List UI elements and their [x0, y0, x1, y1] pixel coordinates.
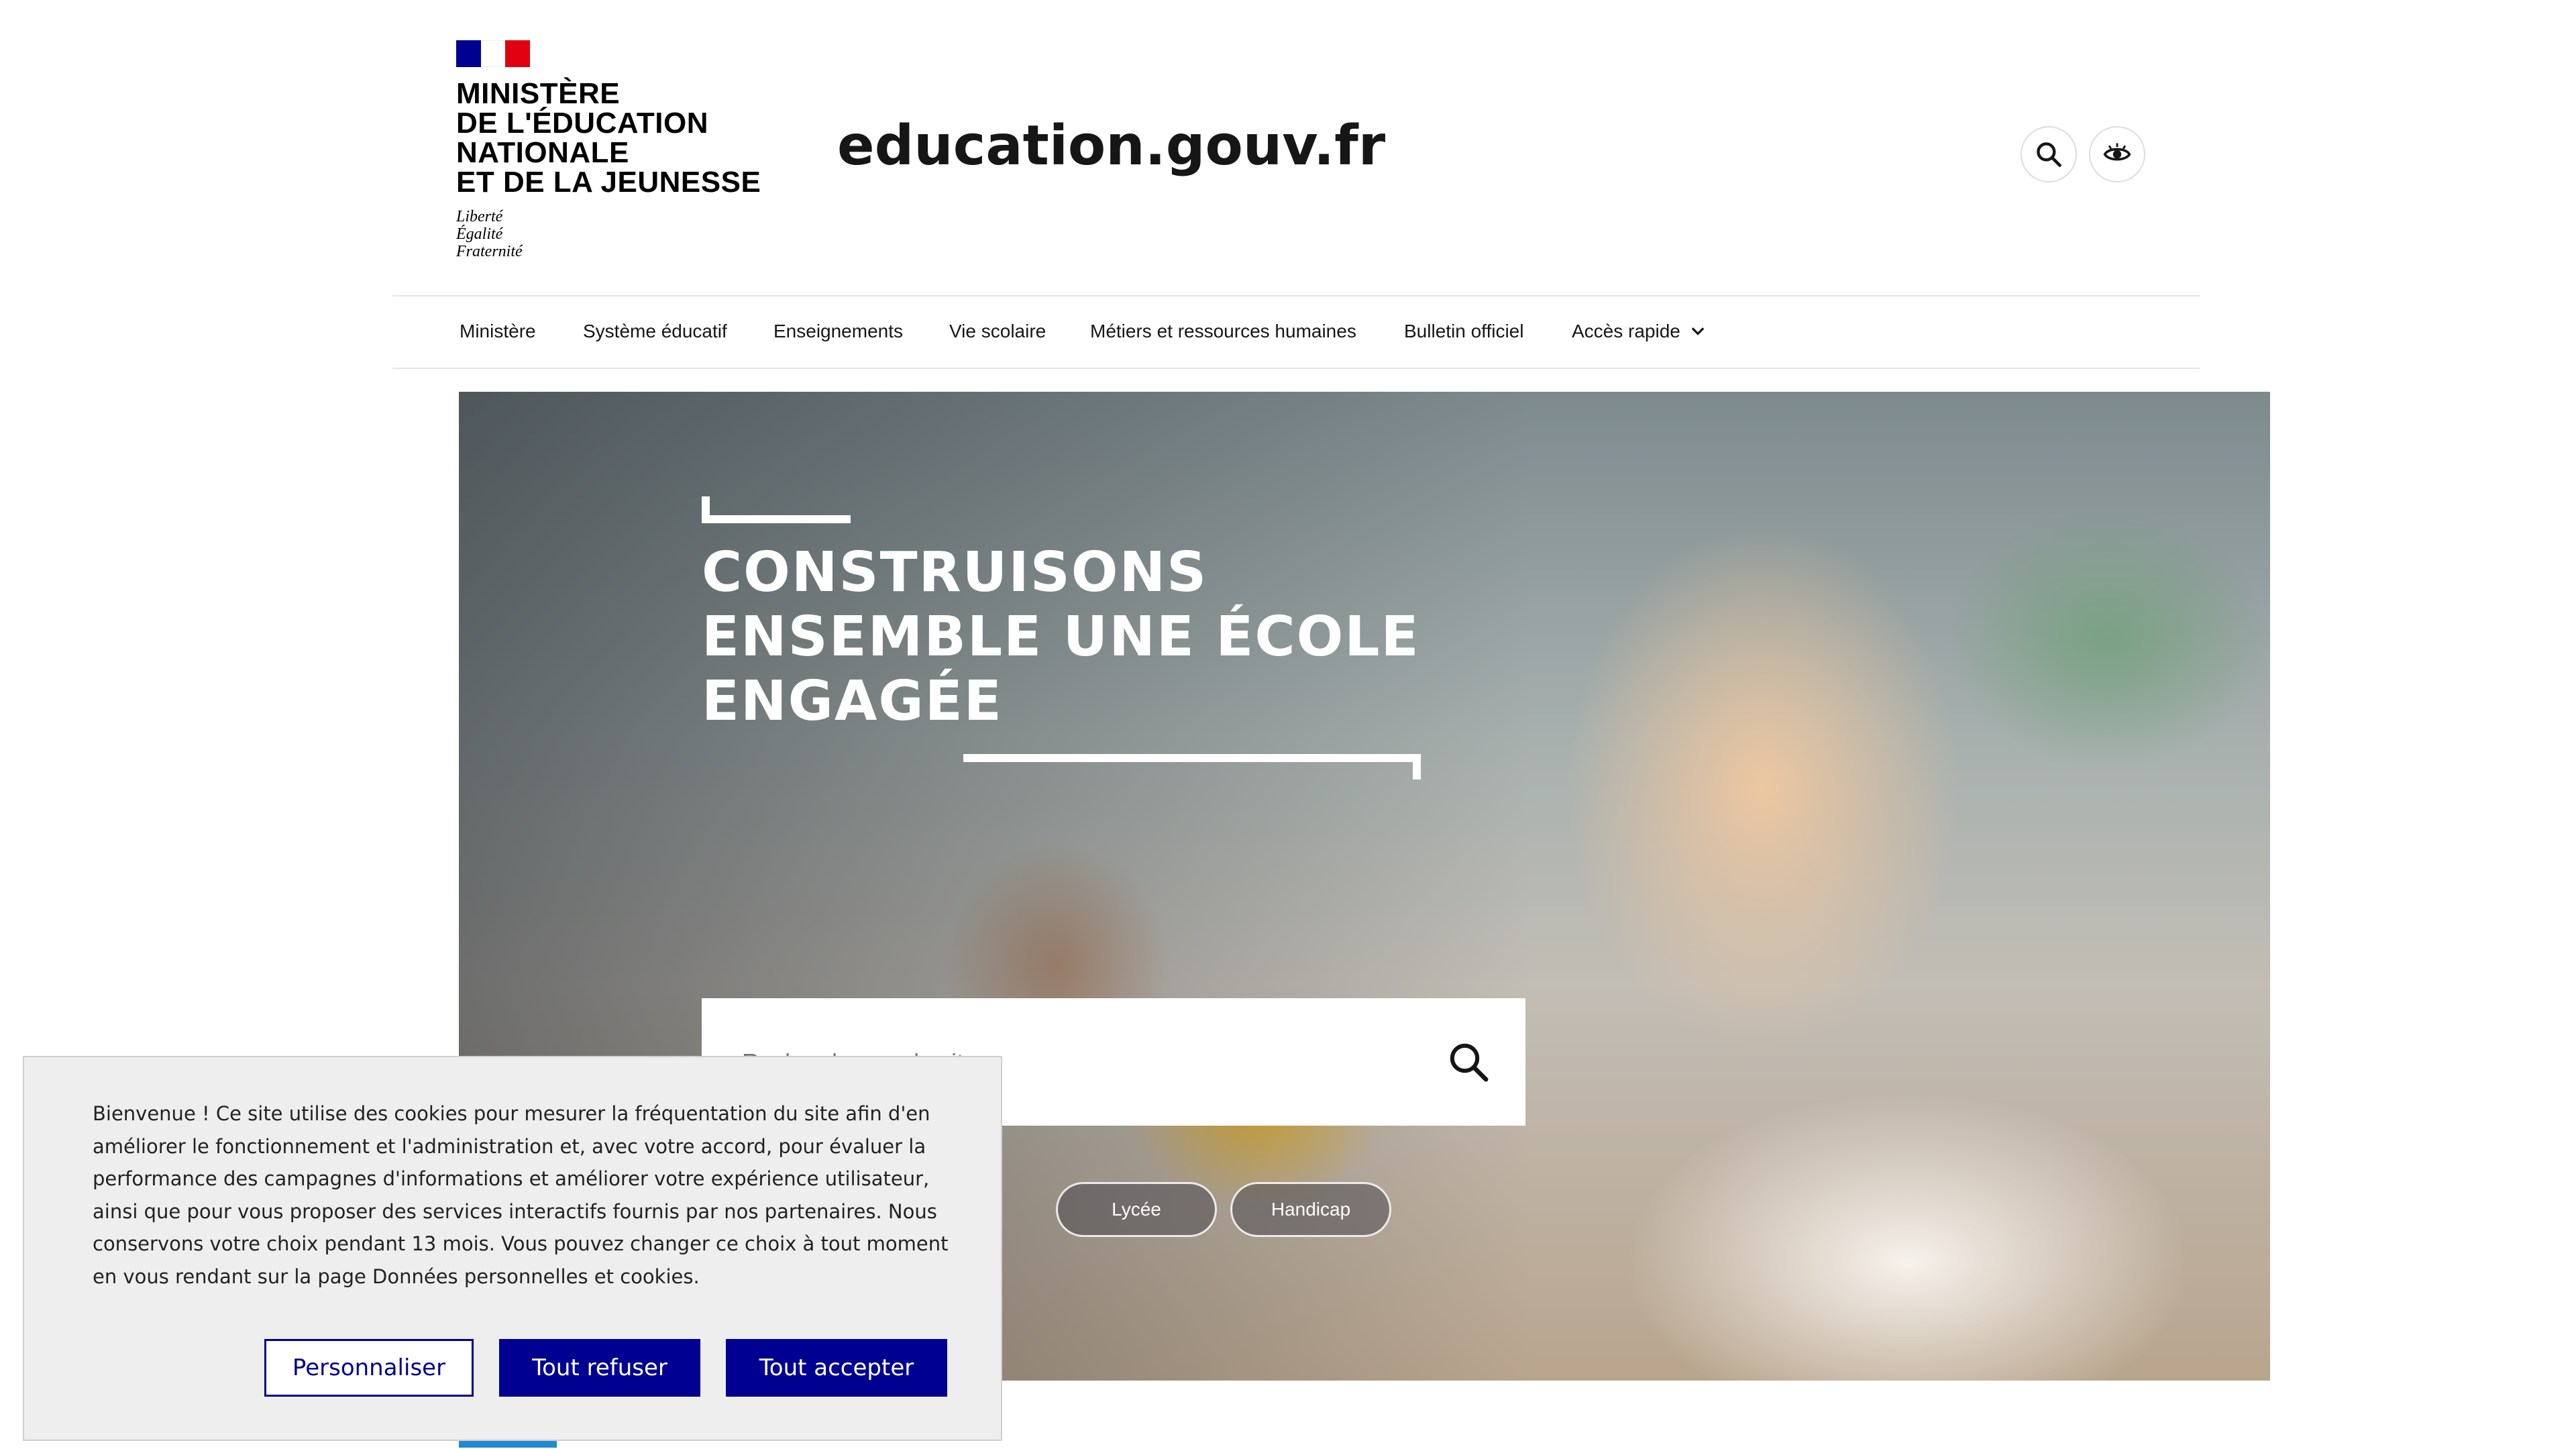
hero-title-line: ensemble une école: [702, 605, 1420, 669]
nav-item-label: Métiers et ressources humaines: [1090, 321, 1356, 341]
ministry-logo[interactable]: Ministère de l'Éducation nationale et de…: [456, 40, 761, 260]
nav-item-label: Accès rapide: [1572, 321, 1680, 341]
nav-item-ministere[interactable]: Ministère: [460, 321, 536, 342]
nav-item-metiers-rh[interactable]: Métiers et ressources humaines: [1090, 321, 1356, 342]
cookie-consent-banner: Bienvenue ! Ce site utilise des cookies …: [23, 1056, 1002, 1441]
motto-line: Fraternité: [456, 243, 523, 260]
chip-label: Handicap: [1271, 1199, 1351, 1220]
ministry-name: Ministère de l'Éducation nationale et de…: [456, 77, 761, 199]
search-icon[interactable]: [1446, 1040, 1491, 1084]
hero-title-line: Construisons: [702, 541, 1208, 604]
display-settings-button[interactable]: [2089, 126, 2145, 182]
nav-item-label: Système éducatif: [583, 321, 727, 341]
nav-item-enseignements[interactable]: Enseignements: [773, 321, 903, 342]
ministry-line: de l'Éducation: [456, 107, 708, 140]
nav-item-label: Ministère: [460, 321, 536, 341]
chip-label: Lycée: [1112, 1199, 1161, 1220]
nav-item-label: Enseignements: [773, 321, 904, 341]
cookie-consent-text: Bienvenue ! Ce site utilise des cookies …: [93, 1102, 949, 1288]
hero-title-line: engagée: [702, 669, 1003, 733]
ministry-line: et de la Jeunesse: [456, 166, 761, 199]
french-flag-icon: [456, 40, 531, 67]
accept-all-cookies-button[interactable]: Tout accepter: [726, 1339, 947, 1397]
customize-cookies-button[interactable]: Personnaliser: [264, 1339, 474, 1397]
nav-item-bulletin-officiel[interactable]: Bulletin officiel: [1404, 321, 1523, 342]
refuse-all-cookies-button[interactable]: Tout refuser: [499, 1339, 700, 1397]
nav-item-acces-rapide[interactable]: Accès rapide: [1572, 321, 1707, 342]
hero-title: Construisons ensemble une école engagée: [702, 541, 1440, 734]
nav-item-label: Vie scolaire: [949, 321, 1046, 341]
search-icon: [2037, 142, 2061, 167]
quick-filter-chip-lycee[interactable]: Lycée: [1056, 1182, 1217, 1237]
nav-item-systeme-educatif[interactable]: Système éducatif: [583, 321, 727, 342]
nav-item-label: Bulletin officiel: [1404, 321, 1524, 341]
motto-line: Liberté: [456, 208, 503, 225]
nav-item-vie-scolaire[interactable]: Vie scolaire: [949, 321, 1046, 342]
hero-decorative-bracket-top: [702, 496, 851, 523]
motto-line: Égalité: [456, 225, 503, 243]
eye-icon: [2103, 143, 2131, 161]
quick-filter-chip-handicap[interactable]: Handicap: [1230, 1182, 1391, 1237]
ministry-line: Ministère: [456, 77, 621, 110]
chevron-down-icon: [1691, 327, 1705, 335]
site-header: Ministère de l'Éducation nationale et de…: [0, 0, 2576, 295]
header-search-button[interactable]: [2021, 126, 2077, 182]
republic-motto: Liberté Égalité Fraternité: [456, 208, 738, 260]
site-name[interactable]: education.gouv.fr: [837, 114, 1385, 178]
hero-decorative-bracket-bottom: [963, 754, 1421, 780]
ministry-line: nationale: [456, 136, 629, 169]
main-navigation: Ministère Système éducatif Enseignements…: [392, 295, 2200, 369]
